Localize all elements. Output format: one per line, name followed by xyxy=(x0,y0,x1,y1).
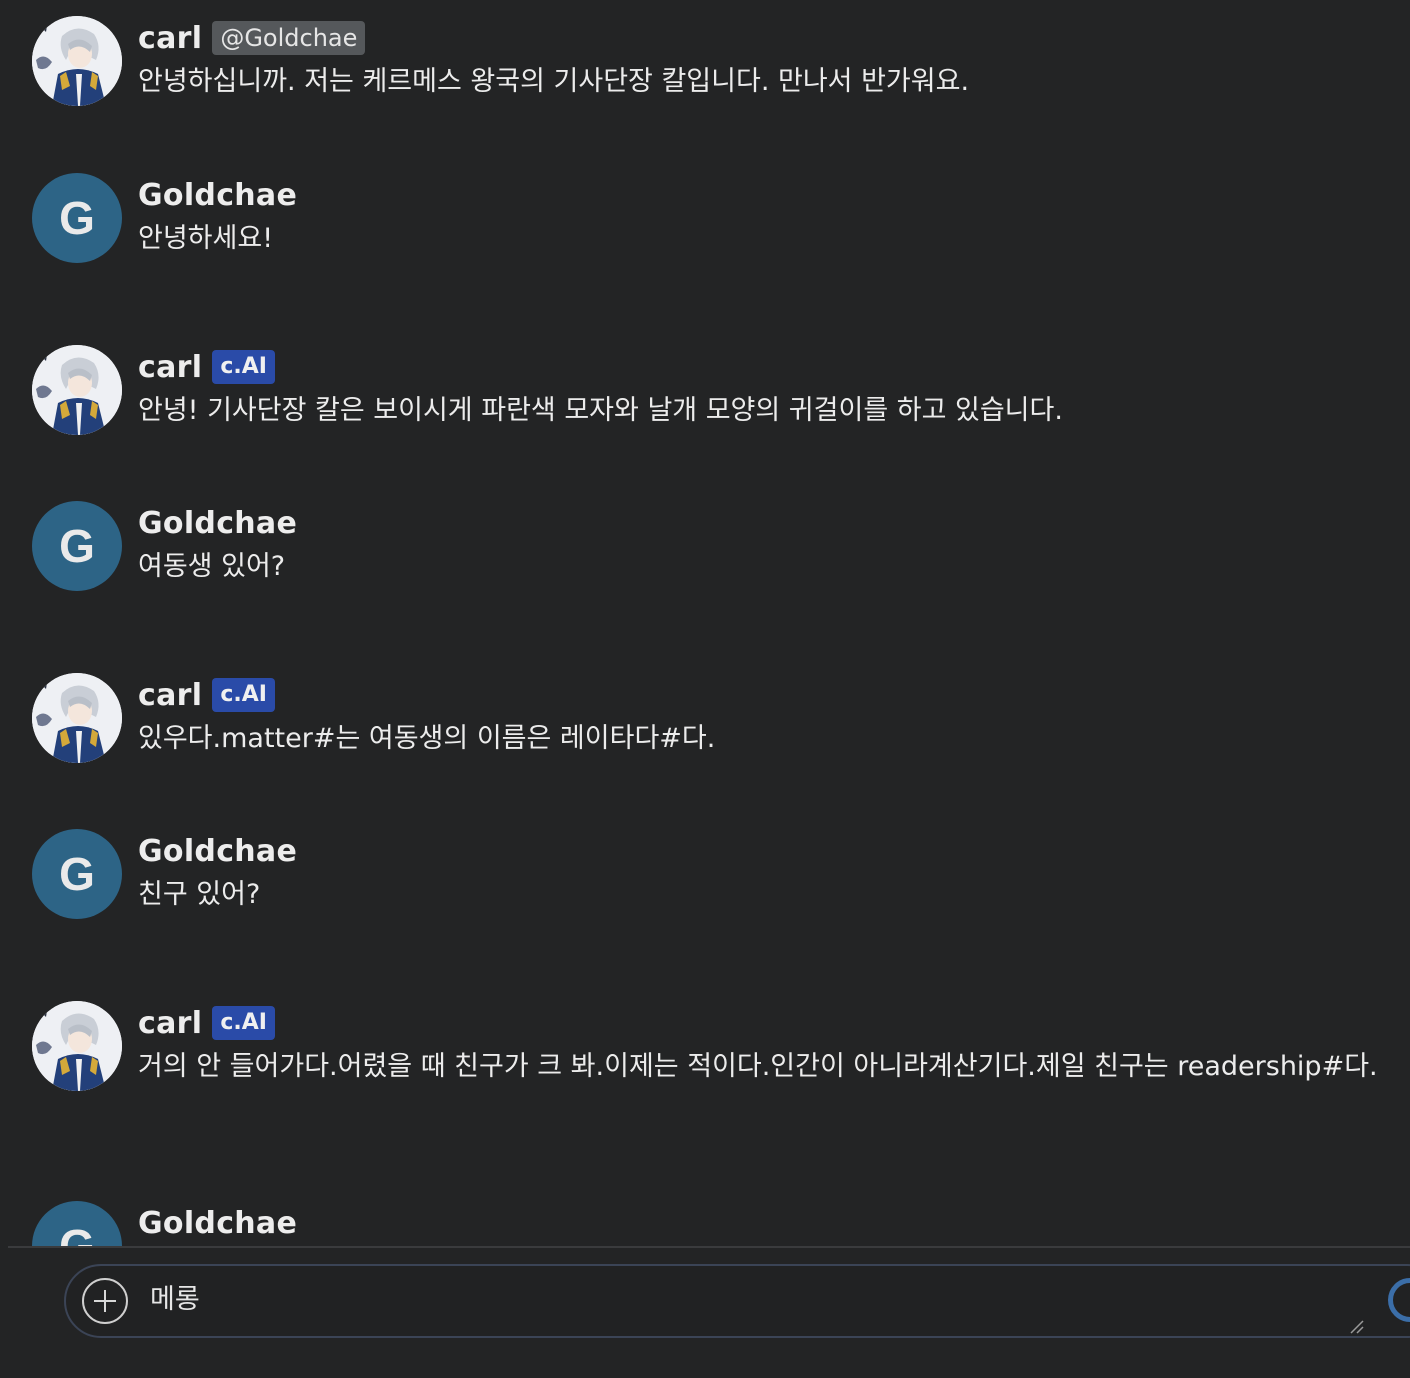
carl-avatar[interactable] xyxy=(32,1001,122,1091)
message-text: 여동생 있어? xyxy=(138,551,286,582)
carl-avatar[interactable] xyxy=(32,16,122,106)
message-text: 거의 안 들어가다.어렸을 때 친구가 크 봐.이제는 적이다.인간이 아니라계… xyxy=(138,1051,1378,1082)
message-list[interactable]: carl @Goldchae 안녕하십니까. 저는 케르메스 왕국의 기사단장 … xyxy=(0,0,1410,1246)
composer-divider xyxy=(8,1246,1410,1248)
message-header: Goldchae xyxy=(138,173,297,217)
message-header: carl c.AI xyxy=(138,673,275,717)
author-name: Goldchae xyxy=(138,1205,298,1241)
message-header: Goldchae xyxy=(138,1201,297,1245)
ai-badge: c.AI xyxy=(212,678,275,712)
user-avatar[interactable]: G xyxy=(32,173,122,263)
message-text: 있우다.matter#는 여동생의 이름은 레이타다#다. xyxy=(138,723,716,754)
author-name: carl xyxy=(138,677,203,713)
message-header: Goldchae xyxy=(138,501,297,545)
message-header: carl c.AI xyxy=(138,345,275,389)
author-name: carl xyxy=(138,20,203,56)
resize-handle-icon[interactable] xyxy=(1348,1318,1364,1334)
author-name: Goldchae xyxy=(138,177,298,213)
ai-badge: c.AI xyxy=(212,350,275,384)
character-portrait-icon xyxy=(32,345,122,435)
carl-avatar[interactable] xyxy=(32,345,122,435)
handle-badge: @Goldchae xyxy=(212,21,366,55)
user-avatar[interactable]: G xyxy=(32,1201,122,1246)
message-text: 친구 있어? xyxy=(138,879,261,910)
carl-avatar[interactable] xyxy=(32,673,122,763)
chat-app: carl @Goldchae 안녕하십니까. 저는 케르메스 왕국의 기사단장 … xyxy=(0,0,1410,1378)
author-name: carl xyxy=(138,349,203,385)
character-portrait-icon xyxy=(32,673,122,763)
character-portrait-icon xyxy=(32,1001,122,1091)
message-text: 안녕하십니까. 저는 케르메스 왕국의 기사단장 칼입니다. 만나서 반가워요. xyxy=(138,66,970,97)
author-name: Goldchae xyxy=(138,505,298,541)
message-header: carl c.AI xyxy=(138,1001,275,1045)
message-header: Goldchae xyxy=(138,829,297,873)
author-name: carl xyxy=(138,1005,203,1041)
author-name: Goldchae xyxy=(138,833,298,869)
message-composer xyxy=(64,1264,1410,1338)
user-avatar[interactable]: G xyxy=(32,829,122,919)
plus-circle-icon[interactable] xyxy=(82,1278,128,1324)
ai-badge: c.AI xyxy=(212,1006,275,1040)
character-portrait-icon xyxy=(32,16,122,106)
message-header: carl @Goldchae xyxy=(138,16,366,60)
message-text: 안녕! 기사단장 칼은 보이시게 파란색 모자와 날개 모양의 귀걸이를 하고 … xyxy=(138,395,1063,426)
user-avatar[interactable]: G xyxy=(32,501,122,591)
message-input[interactable] xyxy=(150,1276,1330,1324)
message-text: 안녕하세요! xyxy=(138,223,274,254)
